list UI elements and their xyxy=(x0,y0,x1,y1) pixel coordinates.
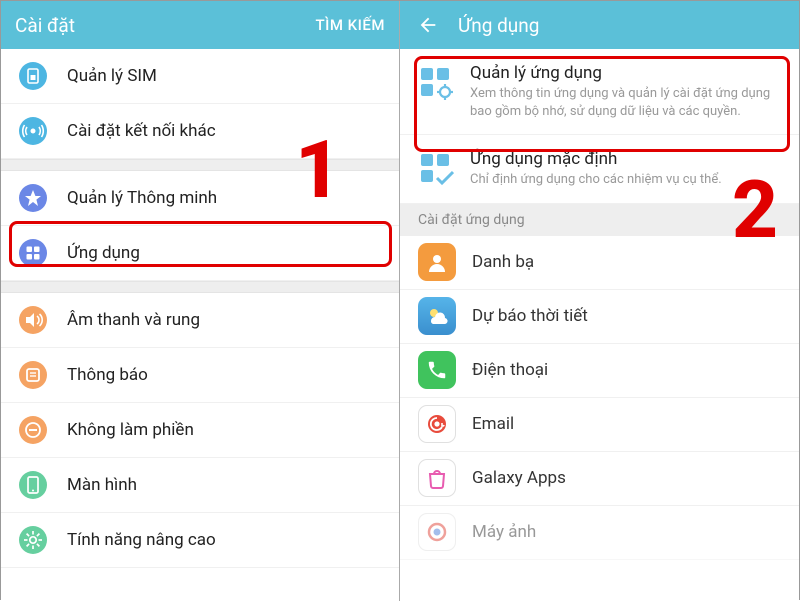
row-label: Màn hình xyxy=(67,475,137,495)
row-applications[interactable]: Ứng dụng xyxy=(1,226,399,281)
settings-title: Cài đặt xyxy=(15,14,315,37)
search-action[interactable]: TÌM KIẾM xyxy=(315,16,385,34)
row-label: Quản lý SIM xyxy=(67,66,157,86)
row-more-connections[interactable]: Cài đặt kết nối khác xyxy=(1,104,399,159)
smart-icon xyxy=(19,184,47,212)
app-label: Điện thoại xyxy=(472,360,548,380)
default-apps-title: Ứng dụng mặc định xyxy=(470,149,781,169)
row-notifications[interactable]: Thông báo xyxy=(1,348,399,403)
dnd-icon xyxy=(19,416,47,444)
app-label: Dự báo thời tiết xyxy=(472,306,588,326)
row-smart-manager[interactable]: Quản lý Thông minh xyxy=(1,171,399,226)
app-camera[interactable]: Máy ảnh xyxy=(400,506,799,560)
phone-icon xyxy=(418,351,456,389)
app-label: Galaxy Apps xyxy=(472,468,566,488)
row-sim[interactable]: Quản lý SIM xyxy=(1,49,399,104)
apps-header: Ứng dụng xyxy=(400,1,799,49)
row-label: Không làm phiền xyxy=(67,420,194,440)
row-dnd[interactable]: Không làm phiền xyxy=(1,403,399,458)
camera-icon xyxy=(418,513,456,551)
notification-icon xyxy=(19,361,47,389)
advanced-icon xyxy=(19,526,47,554)
row-label: Âm thanh và rung xyxy=(67,310,200,330)
row-sound[interactable]: Âm thanh và rung xyxy=(1,293,399,348)
email-icon xyxy=(418,405,456,443)
row-label: Tính năng nâng cao xyxy=(67,530,216,550)
app-manager-title: Quản lý ứng dụng xyxy=(470,63,781,83)
app-weather[interactable]: Dự báo thời tiết xyxy=(400,290,799,344)
display-icon xyxy=(19,471,47,499)
row-advanced[interactable]: Tính năng nâng cao xyxy=(1,513,399,568)
contacts-icon xyxy=(418,243,456,281)
section-gap xyxy=(1,281,399,293)
default-apps-icon xyxy=(418,151,454,187)
galaxy-apps-icon xyxy=(418,459,456,497)
row-app-manager[interactable]: Quản lý ứng dụng Xem thông tin ứng dụng … xyxy=(400,49,799,135)
weather-icon xyxy=(418,297,456,335)
section-gap xyxy=(1,159,399,171)
app-contacts[interactable]: Danh bạ xyxy=(400,236,799,290)
applications-pane: Ứng dụng Quản lý ứng dụng Xem thông tin … xyxy=(400,1,799,601)
row-display[interactable]: Màn hình xyxy=(1,458,399,513)
row-label: Thông báo xyxy=(67,365,148,385)
row-label: Cài đặt kết nối khác xyxy=(67,121,216,141)
app-settings-section: Cài đặt ứng dụng xyxy=(400,204,799,236)
app-label: Email xyxy=(472,414,514,434)
default-apps-sub: Chỉ định ứng dụng cho các nhiệm vụ cụ th… xyxy=(470,171,781,189)
row-label: Ứng dụng xyxy=(67,243,140,263)
sim-icon xyxy=(19,62,47,90)
row-label: Quản lý Thông minh xyxy=(67,188,217,208)
app-phone[interactable]: Điện thoại xyxy=(400,344,799,398)
apps-icon xyxy=(19,239,47,267)
app-manager-sub: Xem thông tin ứng dụng và quản lý cài đặ… xyxy=(470,85,781,120)
settings-list: Quản lý SIM Cài đặt kết nối khác Quản lý… xyxy=(1,49,399,601)
app-manager-icon xyxy=(418,65,454,101)
app-galaxy-apps[interactable]: Galaxy Apps xyxy=(400,452,799,506)
connections-icon xyxy=(19,117,47,145)
back-button[interactable] xyxy=(414,11,442,39)
settings-header: Cài đặt TÌM KIẾM xyxy=(1,1,399,49)
app-email[interactable]: Email xyxy=(400,398,799,452)
app-label: Danh bạ xyxy=(472,252,534,272)
settings-pane: Cài đặt TÌM KIẾM Quản lý SIM Cài đặt kết… xyxy=(1,1,400,601)
app-label: Máy ảnh xyxy=(472,522,536,542)
apps-list: Quản lý ứng dụng Xem thông tin ứng dụng … xyxy=(400,49,799,601)
apps-title: Ứng dụng xyxy=(458,14,785,37)
row-default-apps[interactable]: Ứng dụng mặc định Chỉ định ứng dụng cho … xyxy=(400,135,799,204)
sound-icon xyxy=(19,306,47,334)
